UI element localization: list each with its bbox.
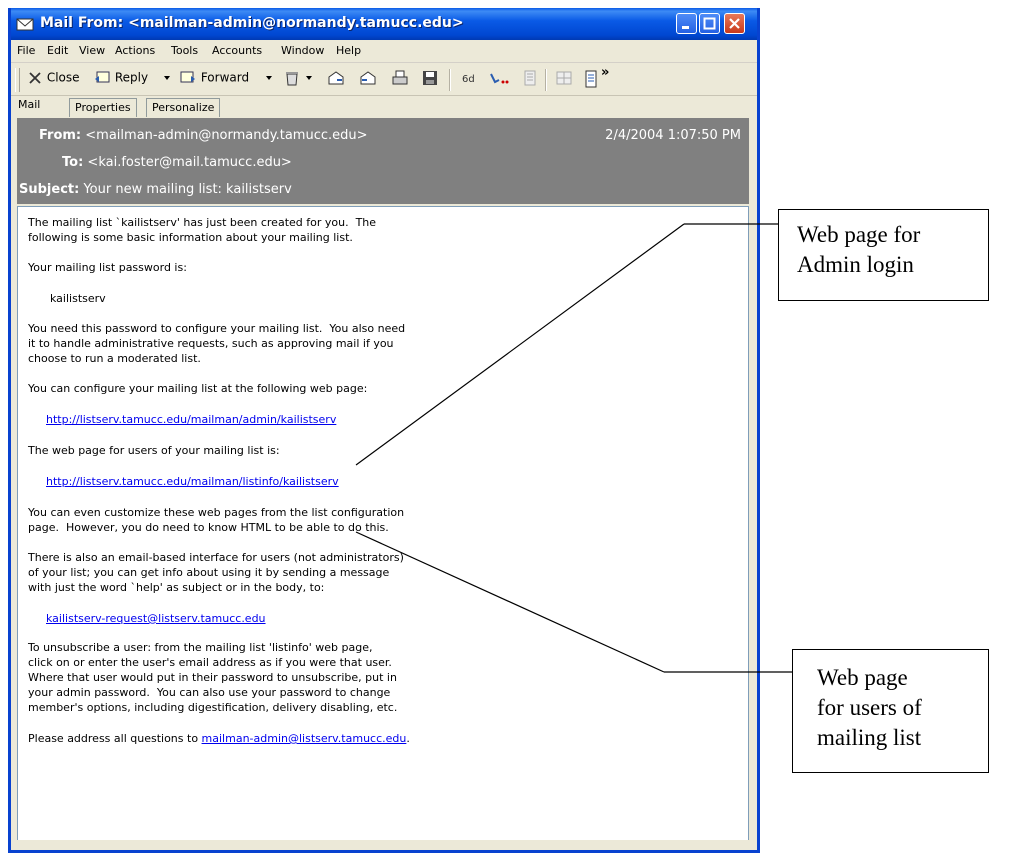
- users-page-callout: Web page for users of mailing list: [792, 649, 989, 773]
- admin-login-callout: Web page for Admin login: [778, 209, 989, 301]
- callout-line-2: Admin login: [797, 252, 914, 277]
- callout-line-2: for users of: [817, 695, 922, 720]
- callout-line-3: mailing list: [817, 725, 922, 750]
- admin-callout-line: [355, 223, 685, 466]
- callout-line-1: Web page: [817, 665, 908, 690]
- users-callout-line: [355, 531, 665, 673]
- callout-line-1: Web page for: [797, 222, 921, 247]
